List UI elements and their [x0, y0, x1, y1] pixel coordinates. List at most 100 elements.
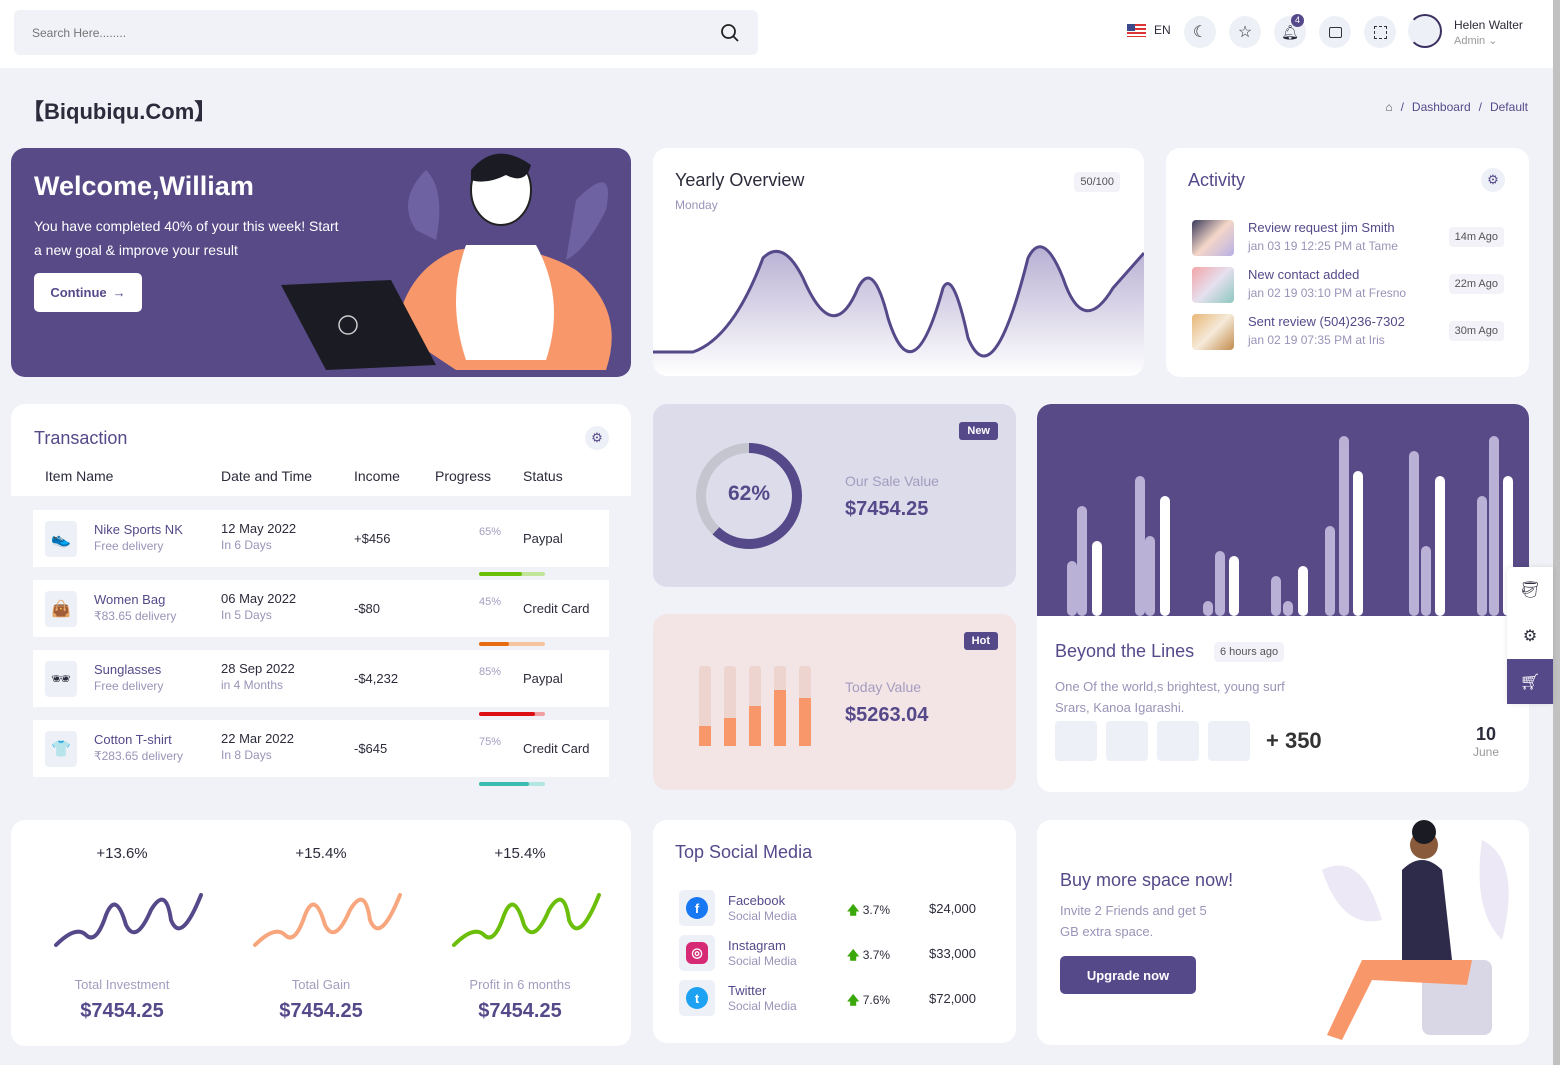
- today-value-card: Hot Today Value $5263.04: [653, 614, 1016, 790]
- avatar[interactable]: [1157, 721, 1199, 761]
- cart-icon[interactable]: 🛒︎: [1507, 659, 1553, 704]
- social-amount: $72,000: [929, 991, 976, 1006]
- social-item[interactable]: ◎ Instagram Social Media 🡅 3.7% $33,000: [679, 935, 999, 973]
- star-icon: ☆: [1237, 24, 1253, 41]
- scrollbar[interactable]: [1553, 0, 1560, 1065]
- activity-title: Review request jim Smith: [1248, 220, 1395, 235]
- language-selector[interactable]: EN: [1127, 23, 1171, 37]
- table-row[interactable]: 🕶 Sunglasses Free delivery 28 Sep 2022 in …: [33, 650, 609, 716]
- decorative-bar: [1298, 566, 1308, 616]
- card-title: Activity: [1188, 170, 1246, 190]
- search-icon[interactable]: [720, 23, 740, 43]
- social-item[interactable]: t Twitter Social Media 🡅 7.6% $72,000: [679, 980, 999, 1018]
- time-badge: 6 hours ago: [1214, 642, 1285, 662]
- notification-button[interactable]: 🔔︎ 4: [1274, 14, 1306, 48]
- column-header: Income: [354, 468, 400, 484]
- table-row[interactable]: 👕 Cotton T-shirt ₹283.65 delivery 22 Mar …: [33, 720, 609, 786]
- social-name: Facebook: [728, 893, 786, 908]
- gear-icon: ⚙: [591, 430, 603, 445]
- decorative-bar: [1339, 436, 1349, 616]
- social-item[interactable]: f Facebook Social Media 🡅 3.7% $24,000: [679, 890, 999, 928]
- donut-percent: 62%: [727, 482, 771, 505]
- user-name: Helen Walter: [1454, 18, 1523, 32]
- stat-item: +15.4% Profit in 6 months $7454.25: [419, 820, 621, 1046]
- card-title: Top Social Media: [675, 842, 813, 862]
- paint-bucket-icon[interactable]: 🪣︎: [1507, 567, 1553, 613]
- activity-item[interactable]: Review request jim Smith jan 03 19 12:25…: [1192, 218, 1504, 258]
- beyond-lines-card: Beyond the Lines 6 hours ago One Of the …: [1037, 404, 1529, 792]
- progress-label: 65%: [478, 526, 501, 538]
- bookmark-button[interactable]: ☆: [1229, 16, 1261, 48]
- product-icon: 👜: [45, 590, 77, 627]
- social-change: 7.6%: [862, 993, 891, 1007]
- item-income: -$4,232: [354, 671, 399, 686]
- item-sub: Free delivery: [94, 539, 164, 553]
- arrow-up-icon: 🡅: [847, 993, 860, 1007]
- progress-bar: [479, 641, 545, 646]
- upgrade-button[interactable]: Upgrade now: [1060, 956, 1196, 994]
- language-label: EN: [1154, 23, 1171, 37]
- card-title: Beyond the Lines: [1055, 641, 1195, 661]
- decorative-bar: [1092, 541, 1102, 616]
- continue-button[interactable]: Continue →: [34, 273, 142, 312]
- item-status: Credit Card: [523, 601, 590, 616]
- dark-mode-button[interactable]: ☾: [1184, 16, 1216, 48]
- gear-icon[interactable]: ⚙: [1507, 613, 1553, 659]
- messages-button[interactable]: [1319, 16, 1351, 48]
- activity-settings-button[interactable]: ⚙: [1481, 168, 1505, 192]
- avatar[interactable]: [1408, 14, 1442, 48]
- stat-value: $7454.25: [478, 1000, 562, 1022]
- column-header: Status: [523, 468, 563, 484]
- table-row[interactable]: 👟 Nike Sports NK Free delivery 12 May 202…: [33, 510, 609, 576]
- item-due: In 5 Days: [221, 608, 272, 622]
- moon-icon: ☾: [1192, 24, 1208, 41]
- column-header: Progress: [435, 468, 492, 484]
- avatar[interactable]: [1055, 721, 1097, 761]
- decorative-bar: [1353, 471, 1363, 616]
- stat-change: +13.6%: [96, 845, 148, 862]
- item-sub: Free delivery: [94, 679, 164, 693]
- progress-label: 75%: [478, 736, 501, 748]
- stat-value: $7454.25: [279, 1000, 363, 1022]
- welcome-card: Welcome,William You have completed 40% o…: [11, 148, 631, 377]
- social-amount: $33,000: [929, 946, 976, 961]
- avatar[interactable]: [1208, 721, 1250, 761]
- transaction-settings-button[interactable]: ⚙: [585, 426, 609, 450]
- activity-item[interactable]: New contact added jan 02 19 03:10 PM at …: [1192, 265, 1504, 305]
- item-sub: ₹283.65 delivery: [94, 749, 184, 763]
- fullscreen-button[interactable]: [1364, 16, 1396, 48]
- decorative-bar: [1135, 476, 1145, 616]
- table-body: 👟 Nike Sports NK Free delivery 12 May 202…: [11, 496, 631, 790]
- activity-item[interactable]: Sent review (504)236-7302 jan 02 19 07:3…: [1192, 312, 1504, 352]
- breadcrumb-dashboard[interactable]: Dashboard: [1412, 100, 1471, 114]
- item-sub: ₹83.65 delivery: [94, 609, 177, 623]
- item-date: 12 May 2022: [221, 521, 297, 536]
- today-bar-track: [749, 666, 761, 746]
- search-input[interactable]: [32, 25, 720, 40]
- user-role: Admin: [1454, 35, 1486, 47]
- gear-icon: ⚙: [1487, 172, 1499, 187]
- item-status: Credit Card: [523, 741, 590, 756]
- item-name: Cotton T-shirt: [94, 732, 172, 747]
- table-header: Item Name Date and Time Income Progress …: [11, 462, 631, 496]
- us-flag-icon: [1127, 23, 1146, 37]
- home-icon[interactable]: ⌂: [1385, 100, 1392, 114]
- decorative-bar: [1489, 436, 1499, 616]
- sale-label: Our Sale Value: [845, 473, 939, 489]
- today-value: $5263.04: [845, 704, 929, 726]
- decorative-bar: [1435, 476, 1445, 616]
- decorative-bar: [1077, 506, 1087, 616]
- progress-label: 85%: [478, 666, 501, 678]
- table-row[interactable]: 👜 Women Bag ₹83.65 delivery 06 May 2022 In…: [33, 580, 609, 646]
- today-bar-track: [799, 666, 811, 746]
- activity-subtitle: jan 02 19 03:10 PM at Fresno: [1248, 286, 1407, 300]
- person-sitting-illustration: [1322, 820, 1509, 1040]
- social-name: Twitter: [728, 983, 767, 998]
- stats-card: +13.6% Total Investment $7454.25 +15.4% …: [11, 820, 631, 1046]
- avatar[interactable]: [1106, 721, 1148, 761]
- breadcrumb-default: Default: [1489, 100, 1528, 114]
- yearly-area-chart: [653, 245, 1144, 376]
- item-name: Nike Sports NK: [94, 522, 183, 537]
- activity-time: 30m Ago: [1448, 321, 1504, 341]
- user-menu[interactable]: Helen Walter Admin ⌄: [1454, 18, 1523, 47]
